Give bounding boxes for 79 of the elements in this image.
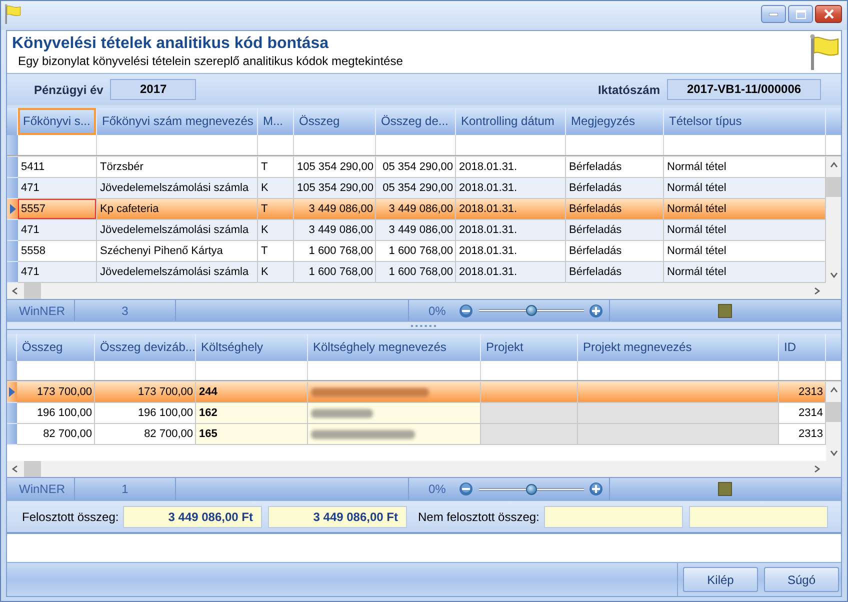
table-cell: 162 [196, 403, 308, 424]
table-row[interactable]: 196 100,00 196 100,00 162 2314 [7, 403, 826, 424]
amount-field: 3 449 086,00 Ft [123, 506, 262, 528]
help-button[interactable]: Súgó [764, 567, 839, 592]
column-header[interactable]: Főkönyvi s... [18, 108, 97, 135]
document-number-label: Iktatószám [598, 82, 660, 96]
filter-row-selector [7, 135, 18, 155]
slider-thumb[interactable] [526, 305, 537, 316]
row-selector[interactable] [7, 178, 18, 199]
chevron-up-icon[interactable] [830, 386, 838, 394]
minus-icon[interactable] [458, 304, 473, 318]
row-selector[interactable] [7, 220, 18, 241]
amount-field: 3 449 086,00 Ft [268, 506, 407, 528]
flag-icon [4, 4, 21, 24]
fiscal-year-field: 2017 [110, 79, 196, 100]
table-cell: 5557 [18, 199, 97, 220]
flag-icon [809, 34, 839, 70]
table-cell: 471 [18, 178, 97, 199]
document-number-field: 2017-VB1-11/000006 [667, 79, 821, 100]
unallocated-label: Nem felosztott összeg: [418, 510, 540, 524]
row-selector[interactable] [7, 241, 18, 262]
scrollbar-thumb[interactable] [24, 283, 41, 299]
maximize-button[interactable] [788, 5, 813, 23]
record-count: 1 [122, 482, 128, 496]
chevron-down-icon[interactable] [830, 449, 838, 457]
chevron-down-icon[interactable] [830, 271, 838, 279]
fiscal-year-label: Pénzügyi év [34, 82, 104, 96]
minus-icon[interactable] [458, 482, 473, 496]
page-title: Könyvelési tételek analitikus kód bontása [12, 34, 330, 54]
table-row[interactable]: 5558 Széchenyi Pihenő Kártya T 1 600 768,00 1 600 768,00 2018.01.31. Bérfeladás Normál tétel [7, 241, 826, 262]
chevron-up-icon[interactable] [830, 161, 838, 169]
minimize-button[interactable] [761, 5, 786, 23]
table-row[interactable]: 471 Jövedelemelszámolási számla K 105 354 290,00 05 354 290,00 2018.01.31. Bérfeladás Normál tétel [7, 178, 826, 199]
page-subtitle: Egy bizonylat könyvelési tételein szereplő analitikus kódok megtekintése [17, 54, 403, 69]
table-row[interactable]: 82 700,00 82 700,00 165 2313 [7, 424, 826, 445]
square-icon[interactable] [718, 304, 732, 318]
table-row[interactable]: 5411 Törzsbér T 105 354 290,00 05 354 290,00 2018.01.31. Bérfeladás Normál tétel [7, 157, 826, 178]
blurred-text [311, 409, 373, 418]
chevron-right-icon[interactable] [813, 465, 821, 473]
zoom-percent: 0% [428, 304, 446, 318]
source-label: WinNER [19, 482, 66, 496]
splitter-bar[interactable] [7, 321, 841, 330]
scrollbar-thumb[interactable] [826, 402, 841, 422]
vertical-scrollbar[interactable] [826, 157, 841, 283]
table-cell: 82 700,00 [17, 424, 95, 445]
scrollbar-thumb[interactable] [24, 461, 41, 477]
row-selector[interactable] [7, 199, 18, 220]
slider-thumb[interactable] [526, 484, 537, 494]
allocated-label: Felosztott összeg: [22, 510, 120, 524]
chevron-left-icon[interactable] [11, 287, 19, 295]
plus-icon[interactable] [588, 304, 603, 318]
maximize-icon [796, 10, 806, 18]
table-row[interactable]: 471 Jövedelemelszámolási számla K 3 449 086,00 3 449 086,00 2018.01.31. Bérfeladás Normál tétel [7, 220, 826, 241]
scrollbar-thumb[interactable] [826, 177, 841, 197]
chevron-right-icon[interactable] [813, 287, 821, 295]
row-selector[interactable] [7, 403, 17, 424]
triangle-icon [10, 204, 16, 214]
triangle-icon [9, 387, 15, 397]
minimize-icon [769, 12, 778, 16]
chevron-left-icon[interactable] [11, 465, 19, 473]
vertical-scrollbar[interactable] [826, 382, 841, 461]
row-selector[interactable] [7, 382, 17, 403]
source-label: WinNER [19, 304, 66, 318]
row-selector[interactable] [7, 424, 17, 445]
table-row[interactable]: 173 700,00 173 700,00 244 2313 [7, 382, 826, 403]
exit-button[interactable]: Kilép [683, 567, 758, 592]
plus-icon[interactable] [588, 482, 603, 496]
zoom-percent: 0% [428, 482, 446, 496]
square-icon[interactable] [718, 482, 732, 496]
horizontal-scrollbar[interactable] [7, 283, 841, 299]
close-button[interactable] [815, 5, 842, 23]
row-selector[interactable] [7, 157, 18, 178]
record-count: 3 [122, 304, 128, 318]
table-cell: 165 [196, 424, 308, 445]
table-row[interactable]: 5557 Kp cafeteria T 3 449 086,00 3 449 086,00 2018.01.31. Bérfeladás Normál tétel [7, 199, 826, 220]
close-icon [824, 9, 834, 19]
filter-row-selector [7, 361, 17, 380]
table-row[interactable]: 471 Jövedelemelszámolási számla K 1 600 768,00 1 600 768,00 2018.01.31. Bérfeladás Normál tétel [7, 262, 826, 283]
horizontal-scrollbar[interactable] [7, 461, 841, 477]
